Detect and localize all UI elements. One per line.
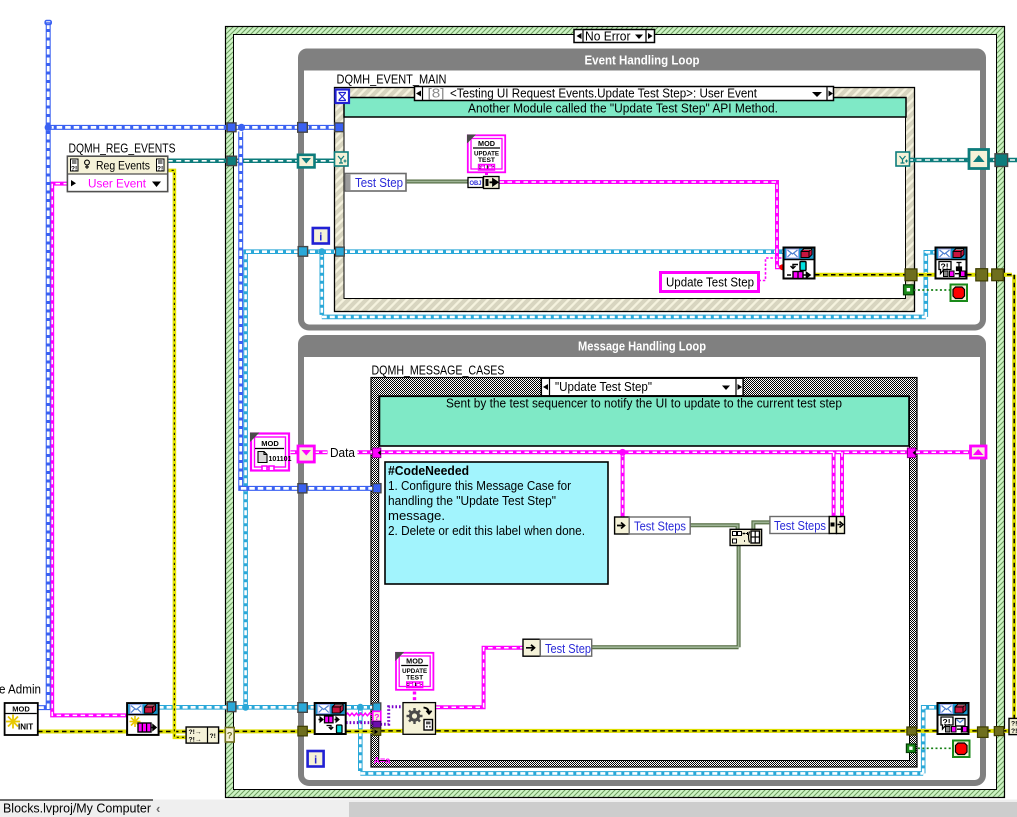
svg-text:Sent by the test sequencer to: Sent by the test sequencer to notify the… [446,397,842,411]
svg-text:UPDATE: UPDATE [474,152,499,158]
svg-text:?!→: ?!→ [189,736,202,743]
svg-text:?!: ?! [941,262,949,272]
svg-text:TEST: TEST [478,158,495,164]
svg-text:2. Delete or edit this label w: 2. Delete or edit this label when done. [388,523,585,538]
svg-text:‹: ‹ [156,801,160,816]
svg-text:?!: ?! [157,166,163,173]
svg-text:INIT: INIT [18,723,33,732]
svg-text:Test Step: Test Step [355,175,403,190]
svg-text:Another Module called the "Upd: Another Module called the "Update Test S… [468,102,778,116]
svg-text:Reg Events: Reg Events [96,159,150,173]
svg-text:Test Steps: Test Steps [634,519,686,534]
svg-text:<Testing UI Request Events.Upd: <Testing UI Request Events.Update Test S… [450,87,757,101]
svg-text:#CodeNeeded: #CodeNeeded [388,463,469,478]
svg-text:UPDATE: UPDATE [402,669,427,675]
svg-text:Message Handling Loop: Message Handling Loop [578,339,706,354]
svg-text:A=a: A=a [374,756,392,766]
svg-text:?!→: ?!→ [189,729,202,736]
svg-text:?!: ?! [210,733,216,740]
svg-text:e Admin: e Admin [0,682,41,697]
svg-text:No Error: No Error [585,30,631,44]
svg-text:handling the "Update Test Step: handling the "Update Test Step" [388,493,556,508]
svg-text:User Event: User Event [88,177,147,191]
svg-text:i: i [319,232,322,244]
svg-text:MOD: MOD [406,659,423,666]
svg-text:Data: Data [330,446,355,460]
svg-text:MOD: MOD [12,705,30,714]
svg-text:1. Configure this Message Case: 1. Configure this Message Case for [388,478,572,493]
svg-text:TEST: TEST [406,676,423,682]
svg-text:"Update Test Step": "Update Test Step" [555,380,652,394]
svg-text:?!: ?! [71,166,77,173]
svg-text:DQMH_REG_EVENTS: DQMH_REG_EVENTS [69,142,176,156]
svg-text:i: i [314,755,317,767]
svg-text:[8]: [8] [428,87,445,101]
svg-text:?: ? [374,712,379,722]
svg-text:?: ? [227,731,233,742]
svg-text:?!: ?! [1011,728,1017,735]
svg-text:Update Test Step: Update Test Step [666,275,754,290]
svg-text:MOD: MOD [478,141,495,148]
svg-text:message.: message. [388,508,445,523]
svg-text:Test Steps: Test Steps [774,518,826,533]
svg-text:?!: ?! [943,717,951,727]
svg-text:101101: 101101 [269,456,292,463]
svg-text:Test Step: Test Step [545,641,591,656]
svg-text:MOD: MOD [261,439,279,448]
svg-text:DQMH_EVENT_MAIN: DQMH_EVENT_MAIN [337,73,447,87]
svg-text:OBJ: OBJ [470,180,482,187]
svg-text:DQMH_MESSAGE_CASES: DQMH_MESSAGE_CASES [372,364,505,378]
svg-text:Blocks.lvproj/My Computer: Blocks.lvproj/My Computer [3,802,151,816]
svg-text:Event Handling Loop: Event Handling Loop [585,53,700,68]
svg-text:?!: ?! [1011,720,1017,727]
